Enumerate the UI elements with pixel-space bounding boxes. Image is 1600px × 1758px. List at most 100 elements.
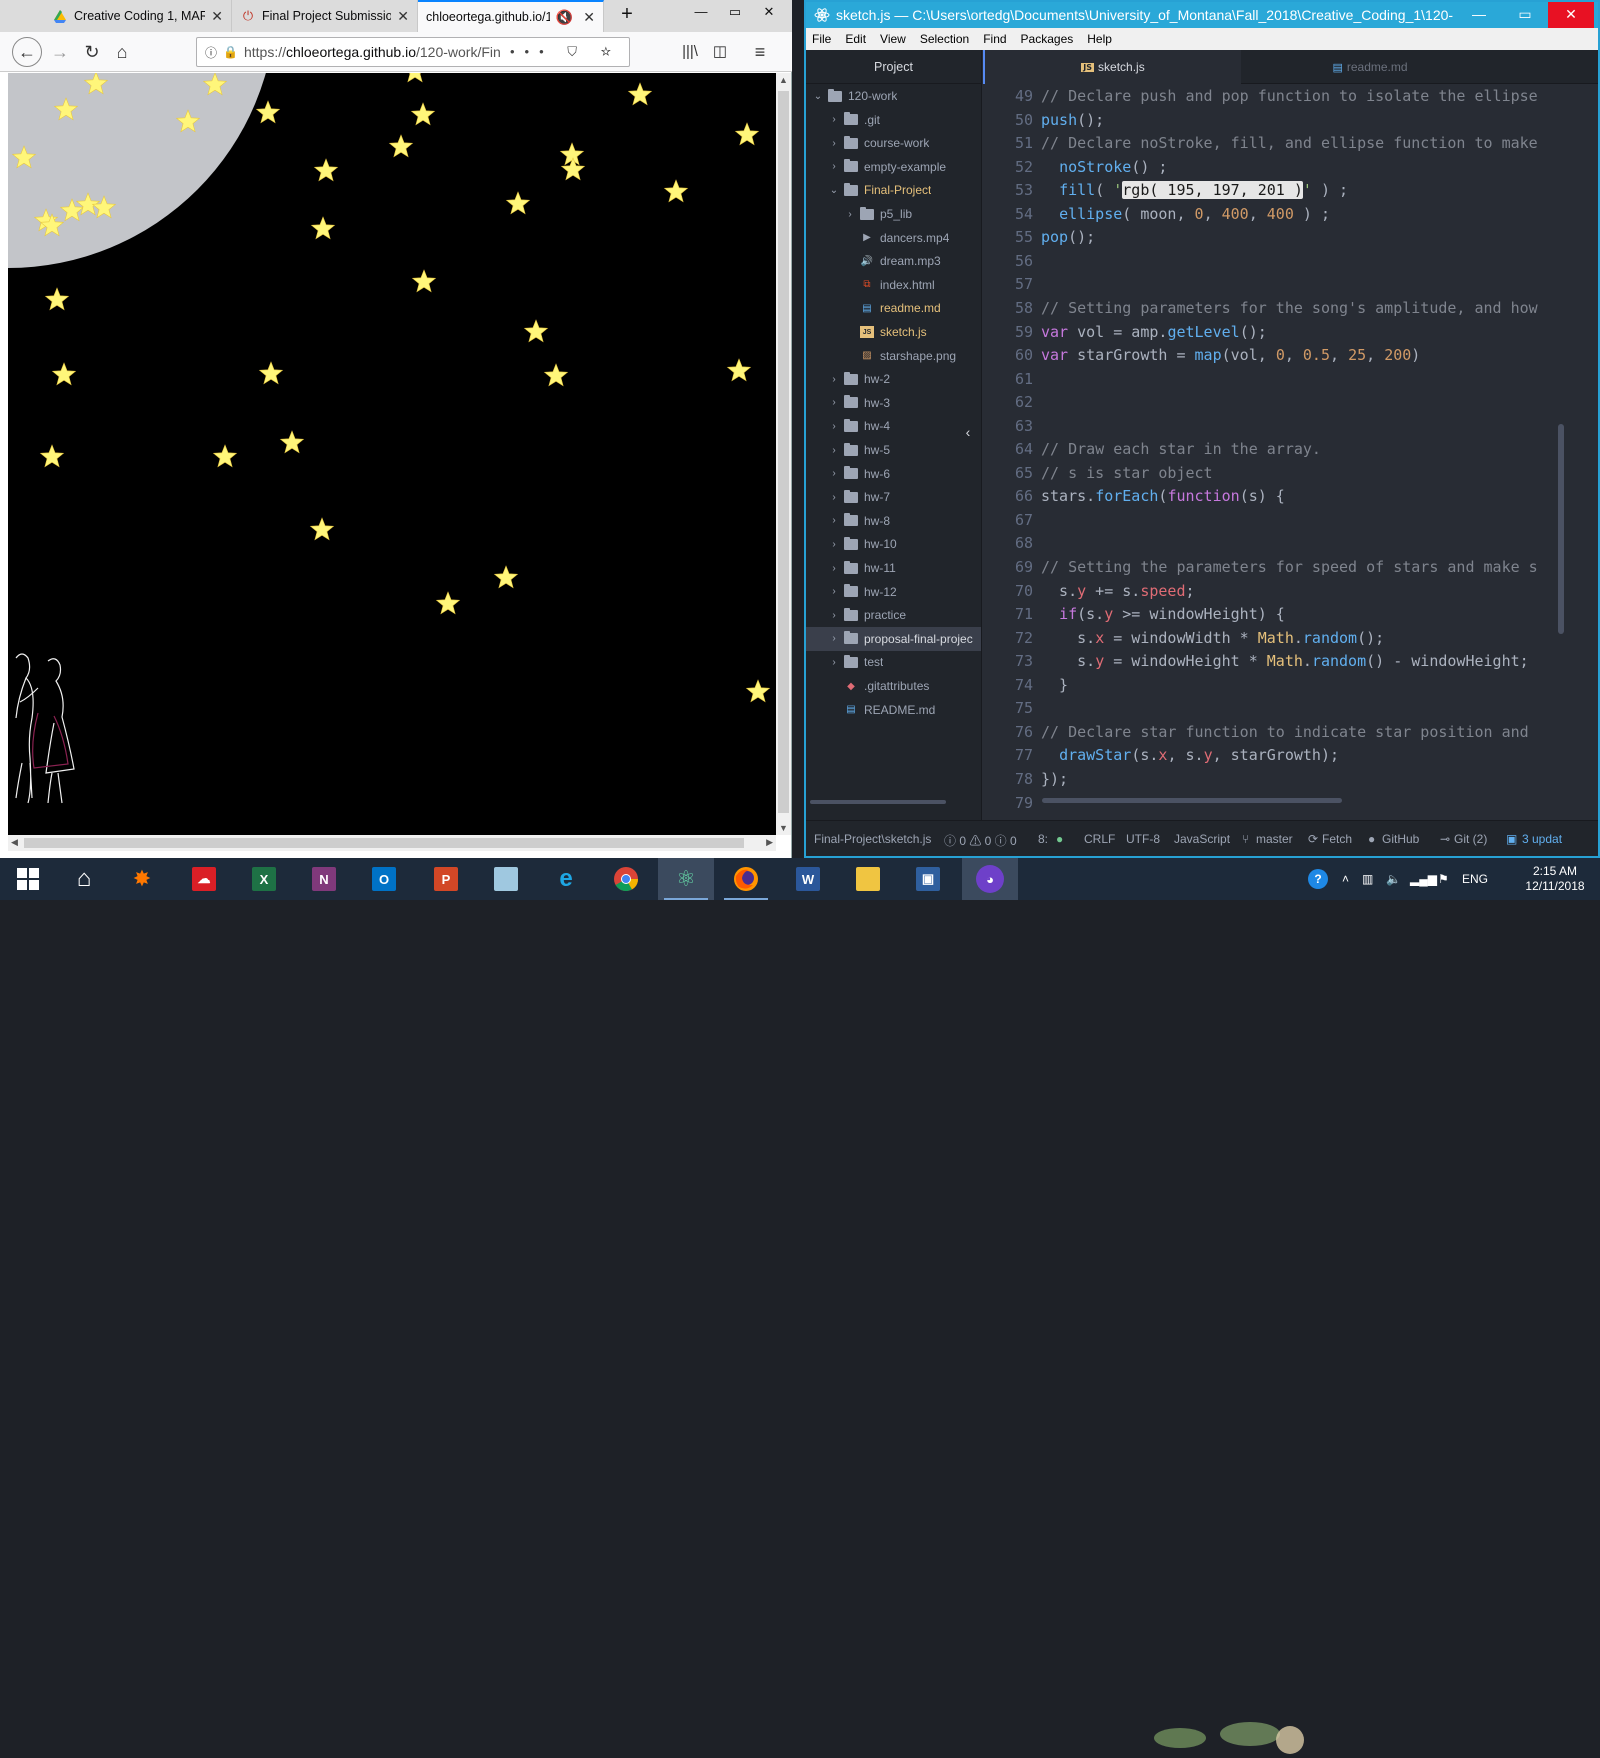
tree-item[interactable]: › hw-8 [806, 509, 981, 533]
maximize-button[interactable]: ▭ [1502, 2, 1548, 28]
url-bar[interactable]: ⓘ 🔒 https://chloeortega.github.io/120-wo… [196, 37, 630, 67]
tree-item[interactable]: › .git [806, 108, 981, 132]
code-line[interactable]: var starGrowth = map(vol, 0, 0.5, 25, 20… [1041, 343, 1420, 367]
code-line[interactable]: // Declare star function to indicate sta… [1041, 720, 1529, 744]
tree-horizontal-scrollbar[interactable] [810, 800, 946, 804]
tab-readme-md[interactable]: ▤ readme.md [1241, 50, 1499, 84]
close-window-button[interactable]: ✕ [1548, 2, 1594, 28]
mute-icon[interactable]: 🔇 [556, 9, 573, 26]
code-line[interactable]: fill( 'rgb( 195, 197, 201 )' ) ; [1041, 178, 1348, 202]
tree-item[interactable]: › hw-4 [806, 414, 981, 438]
editor-vertical-scrollbar[interactable] [1558, 84, 1564, 820]
flag-icon[interactable]: ⚑ [1438, 858, 1449, 900]
menu-help[interactable]: Help [1087, 32, 1112, 46]
chevron-right-icon[interactable]: › [828, 421, 840, 432]
status-git[interactable]: Git (2) [1454, 832, 1487, 846]
app-button-notes[interactable] [478, 858, 534, 900]
scroll-thumb[interactable] [778, 91, 789, 813]
chevron-right-icon[interactable]: › [828, 114, 840, 125]
code-line[interactable]: } [1041, 673, 1068, 697]
network-icon[interactable]: ▥ [1362, 858, 1373, 900]
close-icon[interactable]: ✕ [211, 8, 223, 25]
tree-item[interactable]: › hw-11 [806, 556, 981, 580]
app-button-outlook[interactable]: O [356, 858, 412, 900]
tree-item[interactable]: › practice [806, 603, 981, 627]
browser-tab-final-project[interactable]: ⏻ Final Project Submission ✕ [232, 0, 418, 32]
menu-icon[interactable]: ≡ [746, 38, 774, 66]
code-line[interactable]: stars.forEach(function(s) { [1041, 484, 1285, 508]
status-github[interactable]: GitHub [1382, 832, 1419, 846]
app-button-powerpoint[interactable]: P [418, 858, 474, 900]
tree-item[interactable]: 🔊 dream.mp3 [806, 249, 981, 273]
home-icon[interactable]: ⌂ [108, 38, 136, 66]
browser-tab-creative-coding[interactable]: Creative Coding 1, MART ✕ [44, 0, 232, 32]
tree-item[interactable]: › proposal-final-projec [806, 626, 981, 651]
horizontal-scrollbar[interactable]: ◀ ▶ [8, 835, 776, 851]
chevron-right-icon[interactable]: › [828, 161, 840, 172]
menu-selection[interactable]: Selection [920, 32, 969, 46]
code-line[interactable]: s.x = windowWidth * Math.random(); [1041, 626, 1384, 650]
tree-item[interactable]: › hw-3 [806, 391, 981, 415]
code-line[interactable]: // Declare noStroke, fill, and ellipse f… [1041, 131, 1538, 155]
tree-item[interactable]: ▨ starshape.png [806, 344, 981, 368]
code-line[interactable]: // s is star object [1041, 461, 1213, 485]
tree-item[interactable]: › hw-7 [806, 485, 981, 509]
tree-header[interactable]: Project [806, 50, 981, 84]
status-encoding[interactable]: UTF-8 [1126, 832, 1160, 846]
tree-item[interactable]: › empty-example [806, 155, 981, 179]
app-button-word[interactable]: W [780, 858, 836, 900]
code-line[interactable]: drawStar(s.x, s.y, starGrowth); [1041, 743, 1339, 767]
tree-item[interactable]: ⧉ index.html [806, 273, 981, 297]
app-button-github-desktop[interactable]: ◕ [962, 858, 1018, 900]
menu-edit[interactable]: Edit [845, 32, 866, 46]
forward-arrow-icon[interactable]: → [46, 38, 74, 66]
chevron-down-icon[interactable]: ⌄ [812, 91, 824, 102]
chevron-right-icon[interactable]: › [828, 397, 840, 408]
editor-horizontal-scrollbar[interactable] [1042, 798, 1342, 803]
scroll-left-arrow-icon[interactable]: ◀ [11, 837, 18, 848]
page-actions[interactable]: ••• ⛉ ☆ [510, 44, 629, 60]
tree-item[interactable]: ⌄ 120-work [806, 84, 981, 108]
status-file-path[interactable]: Final-Project\sketch.js [814, 832, 931, 846]
app-button-chrome[interactable] [598, 858, 654, 900]
app-button-firefox[interactable] [718, 858, 774, 900]
code-line[interactable]: // Setting parameters for the song's amp… [1041, 296, 1538, 320]
vertical-scrollbar[interactable]: ▲ ▼ [776, 73, 791, 835]
tree-item[interactable]: › hw-5 [806, 438, 981, 462]
close-icon[interactable]: ✕ [397, 8, 409, 25]
app-button-excel[interactable]: X [236, 858, 292, 900]
volume-icon[interactable]: 🔈 [1386, 858, 1401, 900]
code-line[interactable]: pop(); [1041, 225, 1095, 249]
menu-packages[interactable]: Packages [1021, 32, 1074, 46]
tree-item[interactable]: ▤ readme.md [806, 296, 981, 320]
chevron-right-icon[interactable]: › [828, 374, 840, 385]
scroll-up-arrow-icon[interactable]: ▲ [779, 75, 788, 85]
chevron-right-icon[interactable]: › [828, 492, 840, 503]
chevron-right-icon[interactable]: › [828, 138, 840, 149]
status-branch[interactable]: master [1256, 832, 1293, 846]
menu-view[interactable]: View [880, 32, 906, 46]
language-indicator[interactable]: ENG [1462, 858, 1488, 900]
tree-item[interactable]: › course-work [806, 131, 981, 155]
chevron-right-icon[interactable]: › [828, 515, 840, 526]
tree-item[interactable]: › p5_lib [806, 202, 981, 226]
app-button-internet-explorer[interactable]: e [538, 858, 594, 900]
new-tab-button[interactable]: + [610, 2, 644, 28]
code-line[interactable]: s.y += s.speed; [1041, 579, 1194, 603]
status-line-ending[interactable]: CRLF [1084, 832, 1115, 846]
tree-item[interactable]: › hw-10 [806, 532, 981, 556]
scroll-thumb[interactable] [1558, 424, 1564, 634]
sidebar-icon[interactable]: ◫ [706, 38, 734, 66]
tree-item[interactable]: › hw-12 [806, 580, 981, 604]
status-fetch[interactable]: Fetch [1322, 832, 1352, 846]
menu-file[interactable]: File [812, 32, 831, 46]
tree-item[interactable]: ◆ .gitattributes [806, 674, 981, 698]
back-arrow-icon[interactable]: ← [12, 37, 42, 67]
app-button-avast[interactable]: ✸ [114, 858, 170, 900]
tree-item[interactable]: › test [806, 650, 981, 674]
maximize-button[interactable]: ▭ [718, 0, 752, 26]
code-line[interactable]: noStroke() ; [1041, 155, 1167, 179]
tree-item[interactable]: ▶ dancers.mp4 [806, 226, 981, 250]
chevron-right-icon[interactable]: › [828, 445, 840, 456]
code-line[interactable]: // Draw each star in the array. [1041, 437, 1321, 461]
